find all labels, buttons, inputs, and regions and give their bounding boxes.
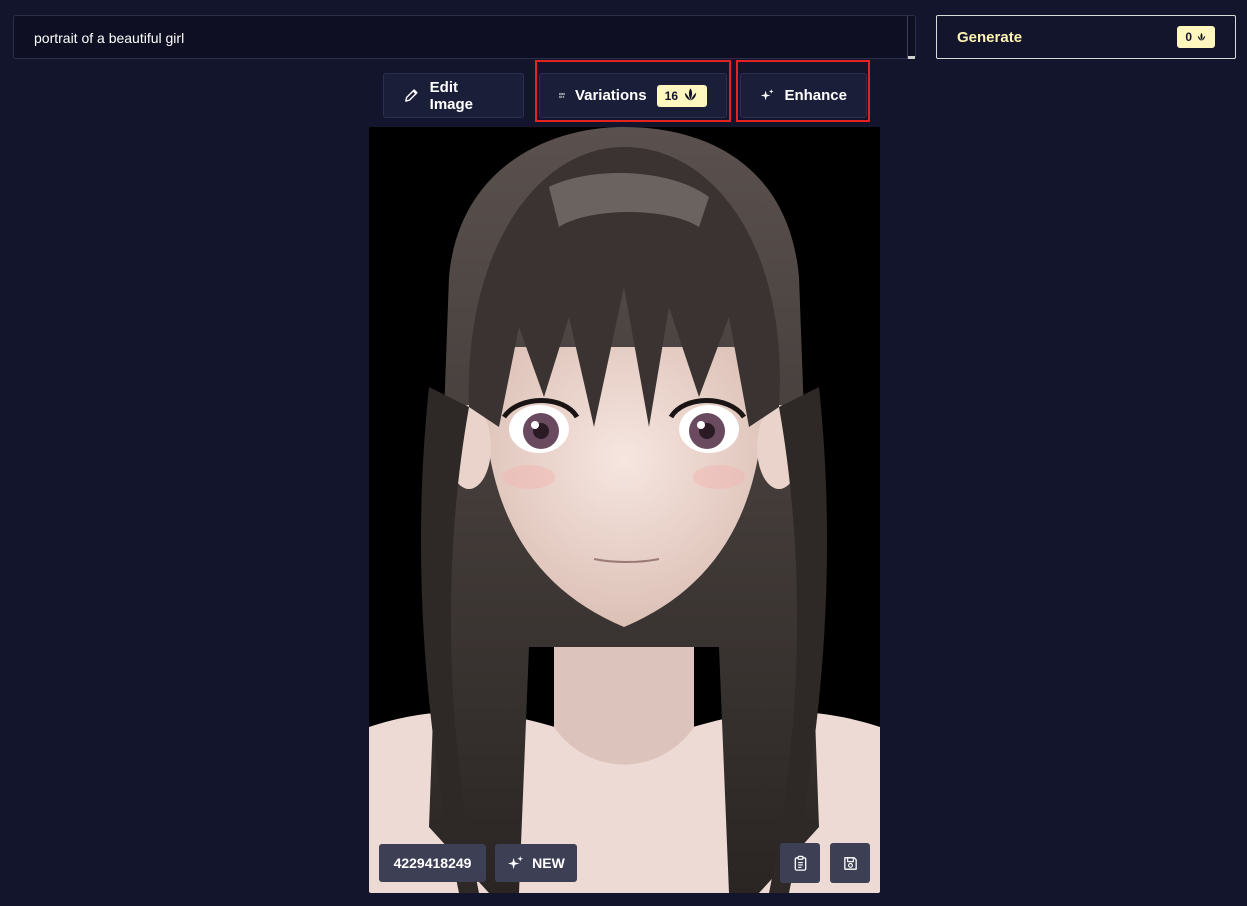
generate-cost-badge: 0 xyxy=(1177,26,1215,48)
prompt-text[interactable]: portrait of a beautiful girl xyxy=(34,30,184,46)
pencil-icon xyxy=(405,89,418,102)
variations-button[interactable]: Variations 16 xyxy=(539,73,727,118)
enhance-button[interactable]: Enhance xyxy=(740,73,867,118)
variations-label: Variations xyxy=(574,87,647,104)
save-button[interactable] xyxy=(830,843,870,883)
clipboard-icon xyxy=(794,855,806,871)
prompt-scrollbar-thumb[interactable] xyxy=(908,56,915,59)
seed-button[interactable]: 4229418249 xyxy=(379,844,486,882)
floppy-disk-icon xyxy=(843,856,857,870)
prompt-input[interactable]: portrait of a beautiful girl xyxy=(13,15,916,59)
variations-cost-badge: 16 xyxy=(656,84,707,107)
sparkles-icon xyxy=(760,89,774,101)
grid-plus-icon xyxy=(559,92,565,99)
edit-image-button[interactable]: Edit Image xyxy=(383,73,524,118)
copy-button[interactable] xyxy=(780,843,820,883)
new-button[interactable]: NEW xyxy=(495,844,577,882)
lotus-icon xyxy=(684,88,697,101)
generate-cost-value: 0 xyxy=(1185,30,1192,44)
seed-value: 4229418249 xyxy=(393,855,472,871)
portrait-illustration xyxy=(369,127,880,893)
edit-image-label: Edit Image xyxy=(429,78,474,113)
new-label: NEW xyxy=(532,855,565,871)
generate-button[interactable]: Generate 0 xyxy=(936,15,1236,59)
prompt-scrollbar[interactable] xyxy=(907,16,915,59)
sparkles-icon xyxy=(508,855,524,869)
generate-label: Generate xyxy=(957,28,1023,46)
enhance-label: Enhance xyxy=(784,87,847,104)
lotus-icon xyxy=(1197,32,1206,41)
generated-image[interactable] xyxy=(369,127,880,893)
variations-cost-value: 16 xyxy=(664,88,678,103)
